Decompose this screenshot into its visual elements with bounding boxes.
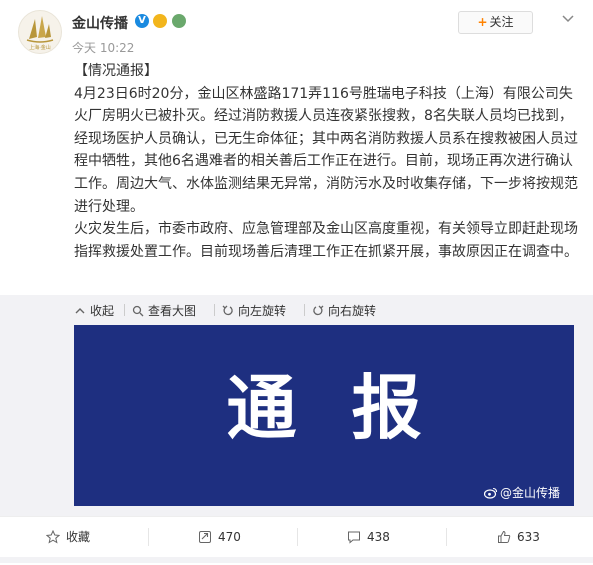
image-title: 通报: [226, 367, 477, 449]
comment-icon: [348, 531, 360, 544]
follow-button[interactable]: + 关注: [458, 11, 533, 34]
chevron-down-icon[interactable]: [561, 10, 575, 24]
like-count: 633: [517, 530, 540, 544]
medal-badge-icon[interactable]: [172, 14, 186, 28]
avatar-logo: 上海·金山: [26, 16, 54, 51]
collapse-button[interactable]: 收起: [74, 302, 114, 319]
verified-icon: V: [135, 14, 149, 28]
avatar[interactable]: 上海·金山: [18, 10, 62, 54]
thumbs-up-icon: [498, 530, 511, 543]
divider: [297, 528, 298, 546]
watermark-text: @金山传播: [500, 486, 561, 500]
member-badge-icon[interactable]: [153, 14, 167, 28]
image-watermark: @金山传播: [483, 484, 561, 501]
like-button[interactable]: 633: [497, 529, 540, 545]
follow-label: 关注: [489, 15, 514, 29]
star-icon: [45, 529, 61, 544]
divider: [124, 304, 125, 316]
post-paragraph: 4月23日6时20分，金山区林盛路171弄116号胜瑞电子科技（上海）有限公司失…: [74, 85, 578, 215]
favorite-button[interactable]: 收藏: [45, 529, 91, 545]
comment-count: 438: [367, 530, 390, 544]
rotate-right-label: 向右旋转: [328, 304, 377, 318]
post-time[interactable]: 今天 10:22: [72, 39, 134, 56]
plus-icon: +: [477, 15, 488, 29]
post-paragraph: 火灾发生后，市委市政府、应急管理部及金山区高度重视，有关领导立即赶赴现场指挥救援…: [74, 221, 578, 260]
repost-count: 470: [218, 530, 241, 544]
rotate-left-button[interactable]: 向左旋转: [222, 302, 286, 319]
rotate-right-button[interactable]: 向右旋转: [312, 302, 376, 319]
collapse-label: 收起: [90, 304, 115, 318]
post-content: 【情况通报】 4月23日6时20分，金山区林盛路171弄116号胜瑞电子科技（上…: [74, 60, 582, 263]
rotate-left-label: 向左旋转: [238, 304, 287, 318]
rotate-right-icon: [313, 305, 324, 316]
post-hashtag[interactable]: 【情况通报】: [74, 60, 582, 83]
view-large-label: 查看大图: [148, 304, 197, 318]
rotate-left-icon: [222, 305, 233, 316]
svg-text:上海·金山: 上海·金山: [29, 44, 51, 51]
username[interactable]: 金山传播: [72, 13, 128, 33]
repost-button[interactable]: 470: [198, 529, 241, 545]
collapse-icon: [75, 308, 85, 314]
favorite-label: 收藏: [66, 530, 91, 544]
divider: [148, 528, 149, 546]
comment-button[interactable]: 438: [347, 529, 390, 545]
divider: [214, 304, 215, 316]
weibo-icon: [483, 487, 498, 499]
repost-icon: [199, 531, 211, 543]
view-large-button[interactable]: 查看大图: [132, 302, 196, 319]
zoom-icon: [132, 305, 144, 317]
divider: [304, 304, 305, 316]
divider: [446, 528, 447, 546]
